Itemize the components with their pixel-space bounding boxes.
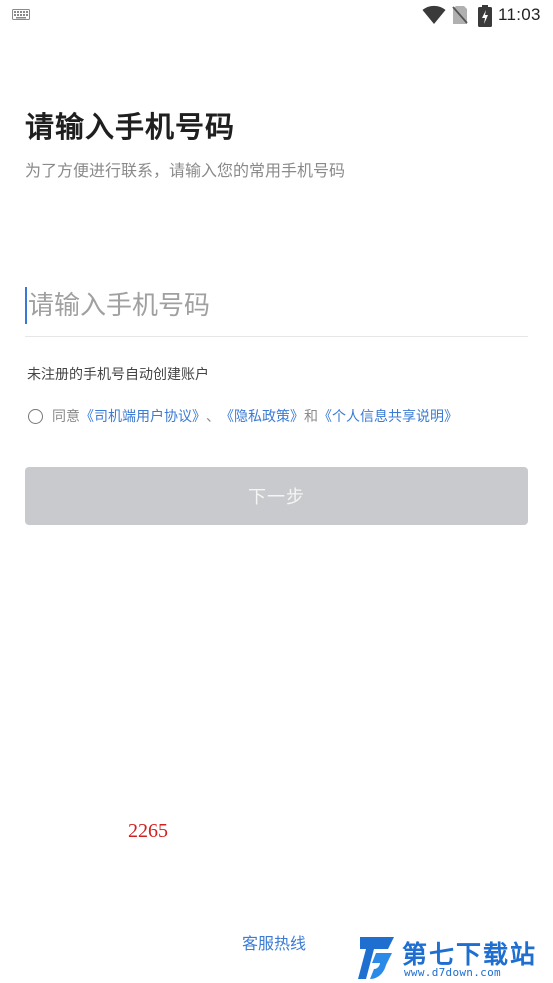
next-step-button[interactable]: 下一步 xyxy=(25,467,528,525)
keyboard-icon xyxy=(12,9,30,20)
driver-agreement-link[interactable]: 《司机端用户协议》 xyxy=(80,406,206,426)
agree-radio[interactable] xyxy=(28,408,43,424)
info-sharing-link[interactable]: 《个人信息共享说明》 xyxy=(318,406,458,426)
auto-register-hint: 未注册的手机号自动创建账户 xyxy=(27,367,209,383)
wifi-icon xyxy=(422,5,446,24)
watermark-icon xyxy=(358,937,394,979)
agree-prefix: 同意 xyxy=(52,409,80,425)
text-caret xyxy=(25,287,27,324)
status-bar: 11:03 xyxy=(0,0,553,32)
no-sim-icon xyxy=(452,6,468,24)
battery-charging-icon xyxy=(478,5,492,27)
page-title: 请输入手机号码 xyxy=(25,110,236,144)
agreement-separator: 、 xyxy=(206,409,220,425)
watermark-url: www.d7down.com xyxy=(404,966,501,979)
overlay-number: 2265 xyxy=(128,820,168,842)
watermark-logo: 第七下载站 www.d7down.com xyxy=(358,935,548,981)
phone-field[interactable] xyxy=(25,280,531,337)
page-subtitle: 为了方便进行联系，请输入您的常用手机号码 xyxy=(25,161,346,180)
agreement-conjunction: 和 xyxy=(304,409,318,425)
phone-input[interactable] xyxy=(25,280,531,332)
agreement-row: 同意 《司机端用户协议》 、 《隐私政策》 和 《个人信息共享说明》 xyxy=(28,406,458,426)
service-hotline-link[interactable]: 客服热线 xyxy=(242,930,306,954)
status-time: 11:03 xyxy=(498,5,541,24)
privacy-policy-link[interactable]: 《隐私政策》 xyxy=(220,406,304,426)
